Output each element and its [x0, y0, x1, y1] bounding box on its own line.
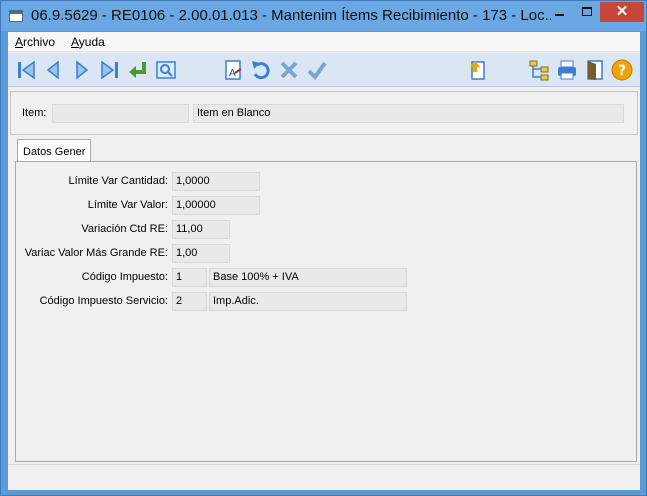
new-record-button[interactable]: A	[221, 58, 245, 82]
client-area: Archivo Ayuda A ? Item: Item en Blanco D…	[8, 32, 640, 490]
item-description-field: Item en Blanco	[193, 104, 624, 123]
limite-var-cantidad-field[interactable]: 1,0000	[172, 172, 260, 191]
menu-archivo[interactable]: Archivo	[15, 35, 55, 49]
item-label: Item:	[22, 107, 47, 119]
codigo-impuesto-label: Código Impuesto:	[81, 271, 168, 283]
first-record-button[interactable]	[14, 58, 38, 82]
close-button[interactable]: ✕	[600, 2, 644, 22]
exit-button[interactable]	[583, 58, 607, 82]
codigo-impuesto-description: Base 100% + IVA	[209, 268, 407, 287]
tree-icon	[529, 60, 549, 81]
tree-button[interactable]	[527, 58, 551, 82]
menu-ayuda[interactable]: Ayuda	[71, 35, 105, 49]
next-record-button[interactable]	[70, 58, 94, 82]
app-window-icon[interactable]	[9, 10, 23, 22]
toolbar: A ?	[8, 53, 640, 87]
codigo-impuesto-servicio-field[interactable]: 2	[172, 292, 207, 311]
limite-var-valor-label: Límite Var Valor:	[87, 199, 168, 211]
limite-var-valor-field[interactable]: 1,00000	[172, 196, 260, 215]
variac-valor-mas-grande-re-label: Variac Valor Más Grande RE:	[24, 247, 168, 259]
undo-icon	[252, 61, 270, 80]
variac-valor-mas-grande-re-field[interactable]: 1,00	[172, 244, 230, 263]
codigo-impuesto-servicio-label: Código Impuesto Servicio:	[39, 295, 168, 307]
item-code-field[interactable]	[52, 104, 189, 123]
exit-icon	[587, 60, 603, 80]
item-header-panel: Item: Item en Blanco	[10, 91, 638, 135]
title-bar[interactable]: 06.9.5629 - RE0106 - 2.00.01.013 - Mante…	[1, 1, 646, 31]
undo-button[interactable]	[249, 58, 273, 82]
goto-icon	[129, 62, 146, 78]
help-icon: ?	[611, 59, 633, 81]
print-button[interactable]	[555, 58, 579, 82]
menu-archivo-label: rchivo	[23, 35, 56, 49]
minimize-button[interactable]	[546, 2, 573, 22]
minimize-icon	[555, 14, 564, 16]
app-window: 06.9.5629 - RE0106 - 2.00.01.013 - Mante…	[0, 0, 647, 496]
menu-bar: Archivo Ayuda	[8, 32, 640, 52]
codigo-impuesto-field[interactable]: 1	[172, 268, 207, 287]
menu-ayuda-label: yuda	[78, 35, 105, 49]
new-icon: A	[225, 60, 242, 80]
zoom-button[interactable]	[154, 58, 178, 82]
confirm-button[interactable]	[305, 58, 329, 82]
last-record-button[interactable]	[98, 58, 122, 82]
limite-var-cantidad-label: Límite Var Cantidad:	[68, 175, 168, 187]
confirm-icon	[307, 61, 327, 81]
goto-button[interactable]	[126, 58, 150, 82]
print-icon	[558, 60, 576, 80]
variacion-ctd-re-field[interactable]: 11,00	[172, 220, 230, 239]
datos-generales-panel: Límite Var Cantidad: 1,0000 Límite Var V…	[15, 161, 637, 462]
codigo-impuesto-servicio-description: Imp.Adic.	[209, 292, 407, 311]
previous-icon	[46, 60, 59, 80]
svg-text:A: A	[229, 68, 236, 79]
cancel-icon	[280, 61, 298, 79]
maximize-button[interactable]	[573, 2, 600, 22]
maximize-icon	[581, 7, 592, 16]
help-button[interactable]: ?	[610, 58, 634, 82]
menu-archivo-mnemonic: A	[15, 35, 24, 49]
import-icon	[470, 61, 485, 80]
window-title: 06.9.5629 - RE0106 - 2.00.01.013 - Mante…	[31, 7, 551, 24]
last-icon	[101, 60, 118, 80]
svg-text:?: ?	[618, 63, 626, 79]
variacion-ctd-re-label: Variación Ctd RE:	[81, 223, 168, 235]
import-button[interactable]	[465, 58, 489, 82]
menu-ayuda-mnemonic: A	[71, 35, 79, 49]
next-icon	[76, 60, 89, 80]
zoom-icon	[156, 61, 176, 79]
first-icon	[18, 60, 35, 80]
cancel-button[interactable]	[277, 58, 301, 82]
previous-record-button[interactable]	[41, 58, 65, 82]
status-bar	[8, 464, 640, 490]
